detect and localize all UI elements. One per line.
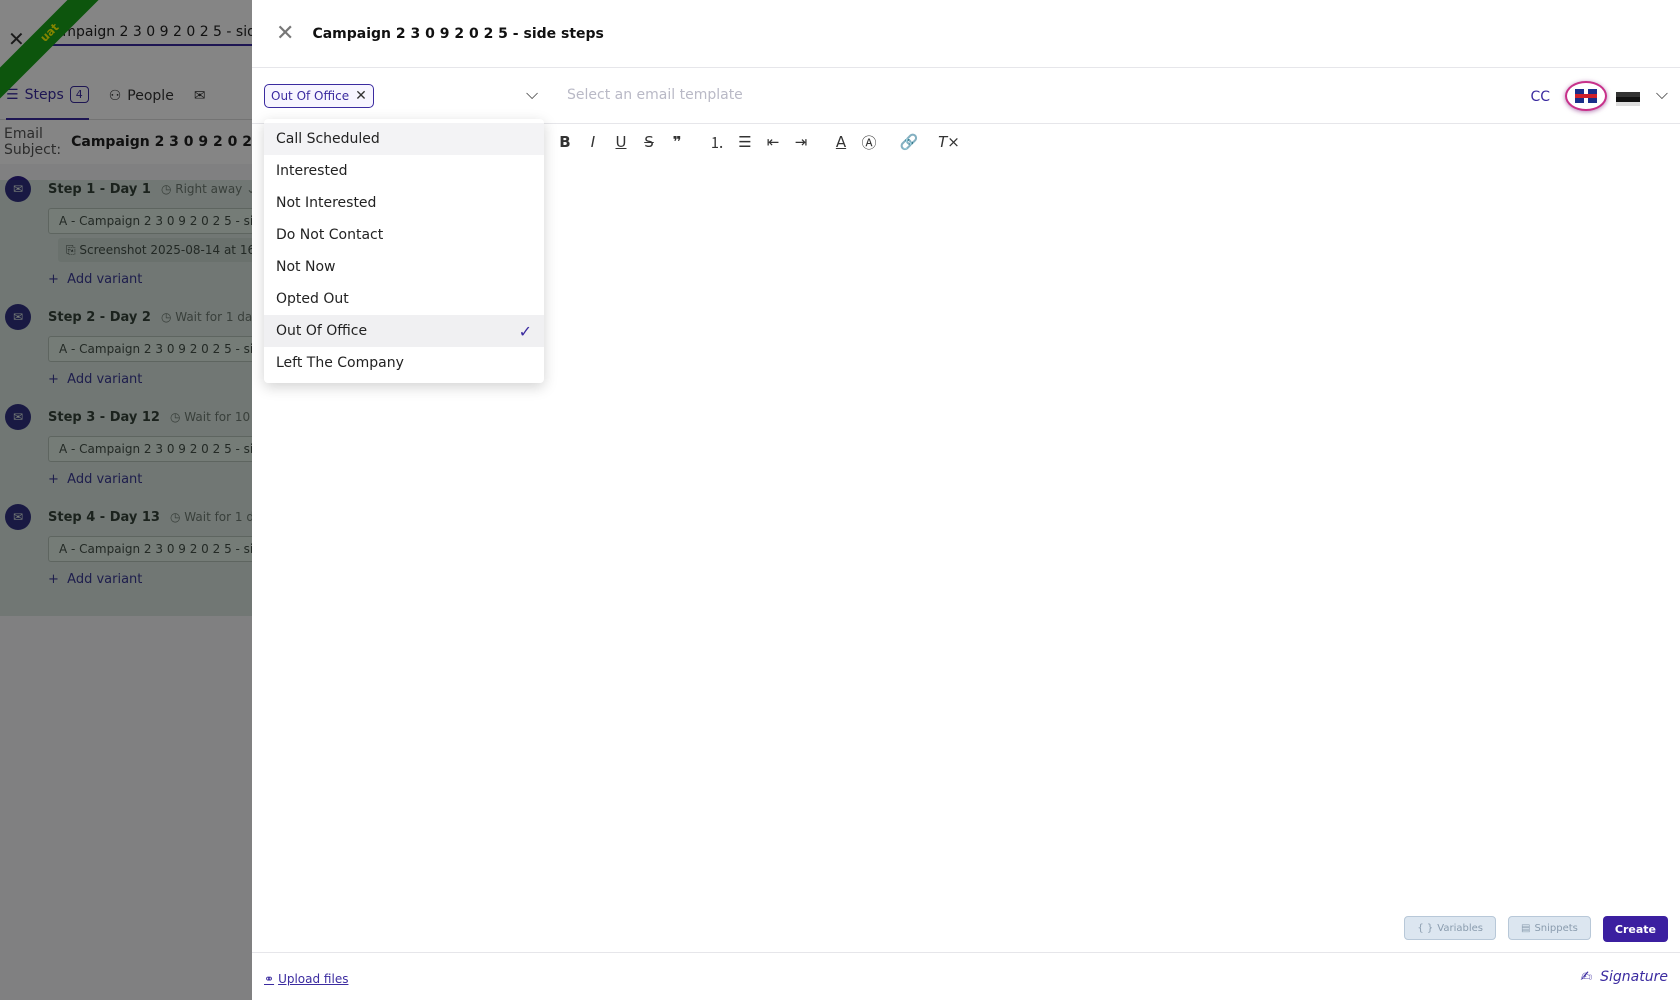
subject-label: Email Subject: [4, 126, 62, 158]
panel-footer: ⚭ Upload files ✍ Signature [252, 952, 1680, 1000]
selector-row: Out Of Office ✕ ⌵ Select an email templa… [252, 68, 1680, 124]
quote-icon[interactable]: ❞ [663, 133, 691, 151]
add-variant-button[interactable]: + Add variant [48, 468, 252, 492]
bullet-list-icon[interactable]: ☰ [731, 133, 759, 151]
close-icon[interactable]: ✕ [276, 21, 294, 46]
steps-count-badge: 4 [69, 86, 89, 103]
signature-button[interactable]: ✍ Signature [1580, 969, 1668, 985]
step-wait[interactable]: ◷ Wait for 1 day [170, 510, 252, 524]
step-2: ✉ Step 2 - Day 2 ◷ Wait for 1 day A - Cam… [0, 302, 252, 392]
pen-icon: ✍ [1580, 969, 1593, 985]
step-1: ✉ Step 1 - Day 1 ◷ Right away ⌄ A - Campa… [0, 174, 252, 292]
underline-icon[interactable]: U [607, 133, 635, 151]
chevron-down-icon[interactable]: ⌵ [1656, 84, 1668, 104]
step-wait[interactable]: ◷ Wait for 10 d [170, 410, 252, 424]
variant-box[interactable]: A - Campaign 2 3 0 9 2 0 2 5 - side [48, 436, 252, 462]
variables-button[interactable]: { } Variables [1404, 916, 1496, 940]
create-button[interactable]: Create [1602, 916, 1668, 942]
language-flag-alt[interactable] [1616, 92, 1640, 106]
variant-box[interactable]: A - Campaign 2 3 0 9 2 0 2 5 - side [48, 536, 252, 562]
step-name: Step 3 - Day 12 [48, 409, 160, 425]
italic-icon[interactable]: I [579, 133, 607, 151]
upload-files-link[interactable]: ⚭ Upload files [264, 972, 348, 986]
step-name: Step 1 - Day 1 [48, 181, 151, 197]
dropdown-option[interactable]: Interested [264, 155, 544, 187]
dropdown-option[interactable]: Left The Company [264, 347, 544, 379]
background-app: ✕ Campaign 2 3 0 9 2 0 2 5 - side s uat … [0, 0, 252, 1000]
variant-box[interactable]: A - Campaign 2 3 0 9 2 0 2 5 - side [48, 208, 252, 234]
highlight-icon[interactable]: Ⓐ [855, 132, 883, 153]
step-4: ✉ Step 4 - Day 13 ◷ Wait for 1 day A - Ca… [0, 502, 252, 592]
bg-campaign-title[interactable]: Campaign 2 3 0 9 2 0 2 5 - side s [44, 24, 252, 46]
dropdown-option-selected[interactable]: Out Of Office ✓ [264, 315, 544, 347]
bold-icon[interactable]: B [551, 133, 579, 151]
selected-tag-chip: Out Of Office ✕ [264, 84, 374, 108]
editor-toolbar: B I U S ❞ ⒈ ☰ ⇤ ⇥ A Ⓐ 🔗 T× [551, 127, 963, 157]
dropdown-option[interactable]: Call Scheduled [264, 123, 544, 155]
remove-tag-icon[interactable]: ✕ [355, 88, 367, 104]
panel-header: ✕ Campaign 2 3 0 9 2 0 2 5 - side steps [252, 0, 1680, 68]
step-wait[interactable]: ◷ Right away ⌄ [161, 182, 252, 196]
email-template-select[interactable]: Select an email template [567, 87, 743, 103]
panel-title: Campaign 2 3 0 9 2 0 2 5 - side steps [312, 25, 604, 42]
indent-icon[interactable]: ⇥ [787, 133, 815, 151]
step-wait[interactable]: ◷ Wait for 1 day [161, 310, 252, 324]
people-icon: ⚇ [108, 87, 122, 104]
variant-box[interactable]: A - Campaign 2 3 0 9 2 0 2 5 - side [48, 336, 252, 362]
bg-subject-row: Email Subject: Campaign 2 3 0 9 2 0 2 [0, 120, 252, 164]
strikethrough-icon[interactable]: S [635, 133, 663, 151]
mail-icon: ✉ [5, 504, 31, 530]
snippets-button[interactable]: ▤ Snippets [1507, 916, 1591, 940]
ordered-list-icon[interactable]: ⒈ [703, 132, 731, 153]
dropdown-option[interactable]: Do Not Contact [264, 219, 544, 251]
mail-icon: ✉ [5, 304, 31, 330]
dropdown-option[interactable]: Opted Out [264, 283, 544, 315]
check-icon: ✓ [518, 321, 532, 341]
bg-topbar: ✕ Campaign 2 3 0 9 2 0 2 5 - side s uat [0, 0, 252, 105]
attachment-chip[interactable]: ⎘ Screenshot 2025-08-14 at 16.0 [58, 238, 252, 262]
mail-icon: ✉ [5, 176, 31, 202]
link-icon[interactable]: 🔗 [895, 133, 923, 151]
add-variant-button[interactable]: + Add variant [48, 368, 252, 392]
add-variant-button[interactable]: + Add variant [48, 568, 252, 592]
editor-actions: { } Variables ▤ Snippets Create [1404, 916, 1668, 942]
step-name: Step 4 - Day 13 [48, 509, 160, 525]
cc-button[interactable]: CC [1530, 89, 1550, 105]
uk-flag-icon [1575, 89, 1597, 103]
step-3: ✉ Step 3 - Day 12 ◷ Wait for 10 d A - Cam… [0, 402, 252, 492]
add-variant-button[interactable]: + Add variant [48, 268, 252, 292]
outdent-icon[interactable]: ⇤ [759, 133, 787, 151]
mail-icon: ✉ [5, 404, 31, 430]
tab-people-label: People [127, 87, 174, 104]
reply-tag-dropdown: Call Scheduled Interested Not Interested… [264, 119, 544, 383]
dropdown-option[interactable]: Not Now [264, 251, 544, 283]
bg-tabs: ☰ Steps 4 ⚇ People ✉ [0, 72, 252, 120]
tab-steps-label: Steps [24, 86, 64, 103]
link-icon: ⚭ [264, 972, 275, 986]
step-name: Step 2 - Day 2 [48, 309, 151, 325]
tab-people[interactable]: ⚇ People [109, 72, 174, 120]
text-color-icon[interactable]: A [827, 133, 855, 151]
dropdown-option[interactable]: Not Interested [264, 187, 544, 219]
selected-tag-label: Out Of Office [271, 89, 350, 103]
language-flag-uk[interactable] [1565, 81, 1607, 111]
clear-format-icon[interactable]: T× [935, 133, 963, 151]
tab-mail[interactable]: ✉ [194, 72, 206, 120]
chevron-down-icon[interactable]: ⌵ [526, 84, 538, 104]
reply-tag-select[interactable]: Out Of Office ✕ ⌵ [264, 84, 538, 108]
subject-value[interactable]: Campaign 2 3 0 9 2 0 2 [71, 134, 252, 150]
mail-icon: ✉ [193, 87, 206, 104]
